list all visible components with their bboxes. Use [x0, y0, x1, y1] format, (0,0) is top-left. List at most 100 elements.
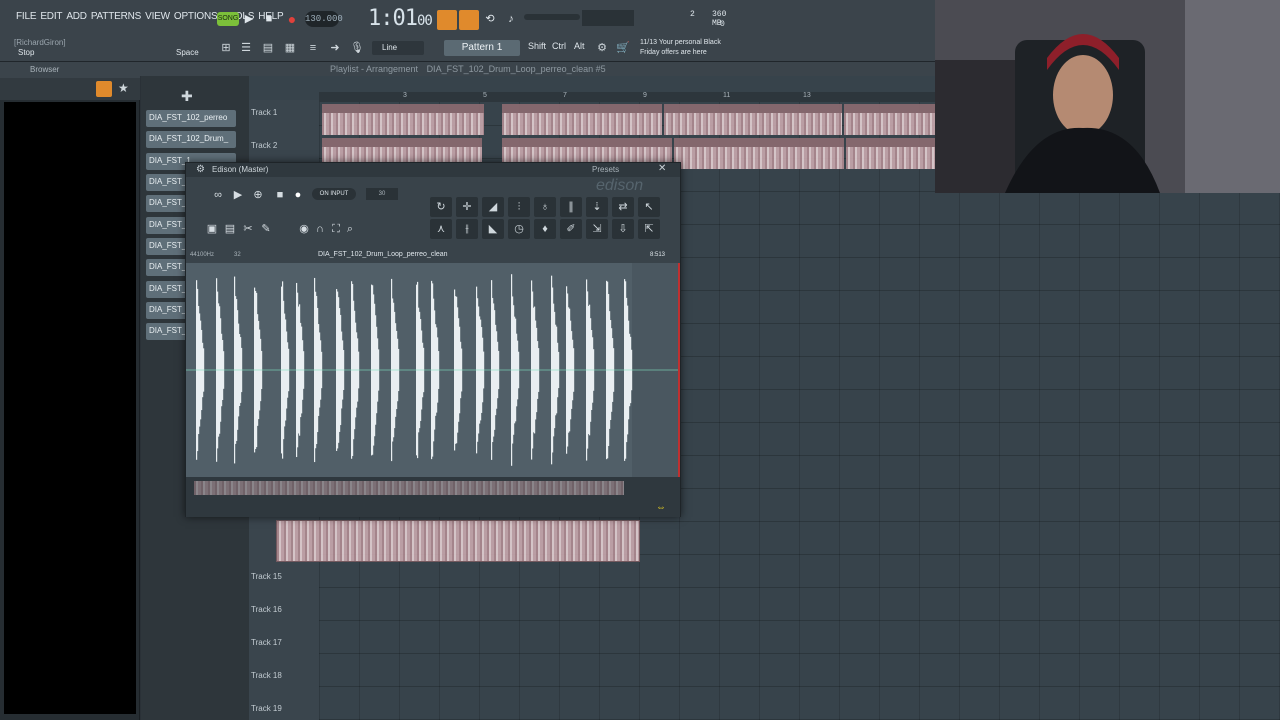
- audio-clip[interactable]: DIA_FST_102_perreo_bass_high_C#min #2: [502, 104, 662, 135]
- audio-clip[interactable]: DIA_FST_102_perreo_ba: [844, 104, 935, 135]
- mixer-icon[interactable]: ≡: [305, 40, 321, 56]
- pencil-icon[interactable]: ✐: [560, 219, 582, 239]
- news-panel[interactable]: 11/13 Your personal Black Friday offers …: [640, 38, 750, 58]
- export-icon[interactable]: ⇱: [638, 219, 660, 239]
- ctrl-key[interactable]: Ctrl: [552, 41, 566, 51]
- slice-icon[interactable]: ⫲: [456, 219, 478, 239]
- record-icon[interactable]: ●: [284, 11, 300, 27]
- track-label-2[interactable]: Track 2: [251, 141, 277, 150]
- track-label-16[interactable]: Track 16: [251, 605, 282, 614]
- pattern-selector[interactable]: Pattern 1: [444, 40, 520, 56]
- snap-mode-select[interactable]: Line: [372, 41, 424, 55]
- envelope-icon[interactable]: ◣: [482, 219, 504, 239]
- cut-icon[interactable]: ✂: [240, 221, 256, 237]
- track-label-17[interactable]: Track 17: [251, 638, 282, 647]
- cpu-meter: 2 360 MB 0: [640, 6, 740, 30]
- timeline-ruler[interactable]: 3 5 7 9 11 13: [319, 92, 935, 102]
- playlist-icon[interactable]: ☰: [238, 40, 254, 56]
- audio-clip[interactable]: DIA_FST_102_Drum_Loop_perreo_clean #4: [674, 138, 844, 169]
- tempo-display[interactable]: 130.000: [305, 11, 343, 27]
- denoise-icon[interactable]: ♁: [534, 197, 556, 217]
- track-label-19[interactable]: Track 19: [251, 704, 282, 713]
- loop-icon[interactable]: ∞: [210, 187, 226, 203]
- track-label-15[interactable]: Track 15: [251, 572, 282, 581]
- browser-list[interactable]: [4, 102, 136, 714]
- menu-options[interactable]: OPTIONS: [174, 11, 218, 25]
- menu-patterns[interactable]: PATTERNS: [91, 11, 141, 25]
- stop-icon[interactable]: ■: [261, 11, 277, 27]
- waveform-view[interactable]: [186, 263, 680, 477]
- record-icon[interactable]: ●: [290, 187, 306, 203]
- channel-1[interactable]: DIA_FST_102_perreo: [146, 110, 236, 127]
- song-mode-button[interactable]: SONG: [217, 12, 239, 26]
- menu-file[interactable]: FILE: [16, 11, 37, 25]
- mic-icon[interactable]: 🎙: [349, 40, 365, 56]
- send-icon[interactable]: ⇲: [586, 219, 608, 239]
- snap-icon[interactable]: ⊞: [218, 40, 234, 56]
- headphones-icon[interactable]: ∩: [312, 221, 328, 237]
- settings-icon[interactable]: ⚙: [594, 40, 610, 56]
- marker-icon[interactable]: ⇣: [586, 197, 608, 217]
- edison-logo: edison: [596, 177, 644, 194]
- star-icon[interactable]: ★: [118, 81, 129, 95]
- close-icon[interactable]: ✕: [658, 163, 666, 174]
- stop-icon[interactable]: ■: [272, 187, 288, 203]
- blend-notes-icon[interactable]: ♪: [503, 11, 519, 27]
- swap-icon[interactable]: ⇔: [656, 502, 666, 513]
- overview-wave[interactable]: [194, 481, 624, 495]
- alt-key[interactable]: Alt: [574, 41, 585, 51]
- channel-2[interactable]: DIA_FST_102_Drum_: [146, 131, 236, 148]
- song-position: 1:0100: [368, 6, 433, 31]
- arrow-icon[interactable]: ➜: [327, 40, 343, 56]
- browser-title: Browser: [0, 62, 140, 78]
- countdown-icon[interactable]: ⟲: [482, 11, 498, 27]
- piano-roll-icon[interactable]: ▤: [260, 40, 276, 56]
- eye-icon[interactable]: ◉: [296, 221, 312, 237]
- cursor-icon[interactable]: ↖: [638, 197, 660, 217]
- ruler-11: 11: [723, 92, 731, 99]
- presets-label[interactable]: Presets: [592, 165, 619, 174]
- dragged-audio-clip[interactable]: [276, 520, 640, 562]
- add-channel-icon[interactable]: ✚: [181, 88, 193, 105]
- time-main: 1:01: [368, 6, 418, 31]
- cart-icon[interactable]: 🛒: [615, 40, 631, 56]
- track-label-18[interactable]: Track 18: [251, 671, 282, 680]
- play-icon[interactable]: ▶: [230, 187, 246, 203]
- channel-rack-icon[interactable]: ▦: [282, 40, 298, 56]
- paste-icon[interactable]: ▤: [222, 221, 238, 237]
- fade-icon[interactable]: ◢: [482, 197, 504, 217]
- spectrum-icon[interactable]: ∥: [560, 197, 582, 217]
- wait-for-input-icon[interactable]: [459, 10, 479, 30]
- target-icon[interactable]: ⊕: [250, 187, 266, 203]
- cam-face: [1053, 55, 1113, 135]
- shift-key[interactable]: Shift: [528, 41, 546, 51]
- track-label-1[interactable]: Track 1: [251, 108, 277, 117]
- clock-icon[interactable]: ◷: [508, 219, 530, 239]
- gear-icon[interactable]: ⚙: [196, 164, 205, 175]
- eq-icon[interactable]: ⫶: [508, 197, 530, 217]
- audio-clip[interactable]: DIA_FST_102_Drum_Loo: [846, 138, 935, 169]
- menu-edit[interactable]: EDIT: [40, 11, 62, 25]
- edison-overview[interactable]: ⇔: [186, 477, 680, 517]
- play-icon[interactable]: ▶: [241, 11, 257, 27]
- on-input-button[interactable]: ON INPUT: [312, 188, 356, 200]
- edison-window[interactable]: Edison (Master) ⚙ Presets ✕ edison ∞ ▶ ⊕…: [185, 162, 681, 517]
- audio-clip[interactable]: DIA_FST_102_perreo_bass_high_C#min #3: [664, 104, 842, 135]
- memory-usage: 360 MB: [712, 10, 727, 28]
- audio-clip[interactable]: DIA_FST_102_perreo_bass_high_C#min: [322, 104, 484, 135]
- input-level[interactable]: 30: [366, 188, 398, 200]
- tune-icon[interactable]: ⋏: [430, 219, 452, 239]
- menu-view[interactable]: VIEW: [145, 11, 170, 25]
- wrench-icon[interactable]: ✎: [258, 221, 274, 237]
- reverse-icon[interactable]: ⇄: [612, 197, 634, 217]
- amplify-icon[interactable]: ✛: [456, 197, 478, 217]
- zoom-icon[interactable]: ⌕: [342, 221, 358, 237]
- metronome-icon[interactable]: [437, 10, 457, 30]
- normalize-icon[interactable]: ↻: [430, 197, 452, 217]
- drop-icon[interactable]: ♦: [534, 219, 556, 239]
- save-icon[interactable]: ▣: [204, 221, 220, 237]
- save-wave-icon[interactable]: ⇩: [612, 219, 634, 239]
- master-volume-slider[interactable]: [524, 14, 580, 20]
- menu-add[interactable]: ADD: [66, 11, 87, 25]
- browser-sort-icon[interactable]: [96, 81, 112, 97]
